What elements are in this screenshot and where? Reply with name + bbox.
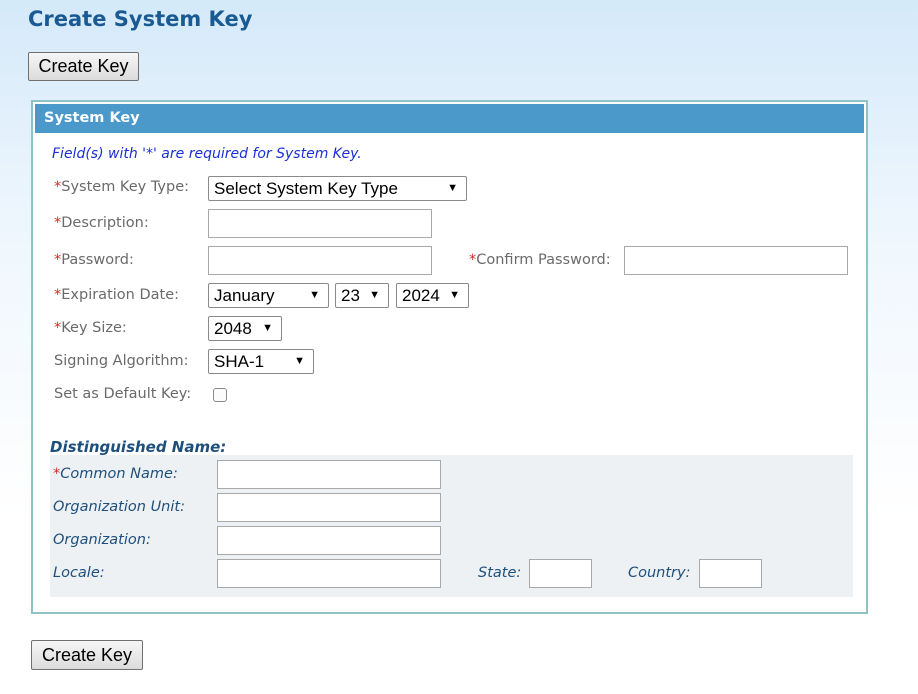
create-key-button-top[interactable]: Create Key xyxy=(28,52,139,81)
state-label: State: xyxy=(478,565,522,581)
key-type-value: Select System Key Type xyxy=(214,179,398,198)
description-input[interactable] xyxy=(208,209,432,238)
create-key-button-bottom[interactable]: Create Key xyxy=(31,640,143,670)
expiration-year-select[interactable]: 2024 ▼ xyxy=(396,283,469,308)
expiration-label: *Expiration Date: xyxy=(54,287,179,303)
org-unit-label: Organization Unit: xyxy=(53,499,185,515)
description-label: *Description: xyxy=(54,215,149,231)
country-label: Country: xyxy=(628,565,691,581)
country-input[interactable] xyxy=(699,559,762,588)
signing-value: SHA-1 xyxy=(214,352,265,371)
caret-down-icon: ▼ xyxy=(447,182,458,194)
required-note: Field(s) with '*' are required for Syste… xyxy=(52,146,362,162)
system-key-panel: System Key Field(s) with '*' are require… xyxy=(31,100,868,614)
organization-input[interactable] xyxy=(217,526,441,555)
day-value: 23 xyxy=(341,286,360,305)
expiration-month-select[interactable]: January ▼ xyxy=(208,283,329,308)
dn-section: *Common Name: Organization Unit: Organiz… xyxy=(50,455,853,597)
caret-down-icon: ▼ xyxy=(449,289,460,301)
key-size-select[interactable]: 2048 ▼ xyxy=(208,316,282,341)
key-size-label: *Key Size: xyxy=(54,320,127,336)
signing-algorithm-label: Signing Algorithm: xyxy=(54,353,189,369)
default-key-label: Set as Default Key: xyxy=(54,386,192,402)
common-name-label: *Common Name: xyxy=(53,466,178,482)
caret-down-icon: ▼ xyxy=(294,355,305,367)
password-input[interactable] xyxy=(208,246,432,275)
panel-header: System Key xyxy=(35,104,864,133)
locale-label: Locale: xyxy=(53,565,105,581)
year-value: 2024 xyxy=(402,286,440,305)
password-label: *Password: xyxy=(54,252,134,268)
key-type-label: *System Key Type: xyxy=(54,179,190,195)
default-key-checkbox[interactable] xyxy=(213,388,227,402)
locale-input[interactable] xyxy=(217,559,441,588)
caret-down-icon: ▼ xyxy=(262,322,273,334)
confirm-password-input[interactable] xyxy=(624,246,848,275)
page-title: Create System Key xyxy=(28,7,253,31)
organization-label: Organization: xyxy=(53,532,151,548)
expiration-day-select[interactable]: 23 ▼ xyxy=(335,283,389,308)
month-value: January xyxy=(214,286,275,305)
key-size-value: 2048 xyxy=(214,319,252,338)
caret-down-icon: ▼ xyxy=(369,289,380,301)
confirm-password-label: *Confirm Password: xyxy=(469,252,611,268)
caret-down-icon: ▼ xyxy=(309,289,320,301)
key-type-select[interactable]: Select System Key Type ▼ xyxy=(208,176,467,201)
signing-algorithm-select[interactable]: SHA-1 ▼ xyxy=(208,349,314,374)
dn-title: Distinguished Name: xyxy=(50,438,227,456)
org-unit-input[interactable] xyxy=(217,493,441,522)
common-name-input[interactable] xyxy=(217,460,441,489)
state-input[interactable] xyxy=(529,559,592,588)
